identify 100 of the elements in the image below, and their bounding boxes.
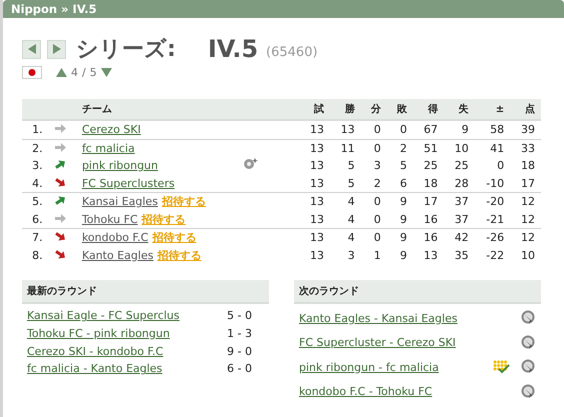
match-link[interactable]: Kanto Eagles - Kansai Eagles: [299, 312, 458, 325]
magnifier-icon[interactable]: [520, 334, 536, 351]
team-link[interactable]: Tohoku FC: [82, 212, 138, 226]
stat-cell: 4: [330, 192, 361, 210]
right-arrow-icon: [52, 44, 60, 54]
column-header: 試: [299, 99, 330, 120]
stat-cell: 13: [299, 228, 330, 246]
previous-button[interactable]: [22, 40, 41, 58]
column-header: 点: [510, 99, 541, 120]
down-triangle-icon[interactable]: [100, 68, 112, 77]
stat-cell: 0: [360, 228, 387, 246]
stat-cell: 13: [330, 120, 361, 139]
position-cell-text: 3.: [31, 158, 44, 174]
stat-cell: 9: [386, 228, 413, 246]
match-score: 1 - 3: [227, 327, 252, 340]
stat-cell: 67: [412, 120, 444, 139]
stat-cell: 13: [299, 174, 330, 192]
left-arrow-icon: [28, 44, 36, 54]
stat-cell: 10: [444, 139, 475, 157]
stat-cell: 9: [444, 120, 475, 139]
team-link[interactable]: pink ribongun: [82, 159, 158, 172]
column-header: 勝: [330, 99, 361, 120]
stat-cell: 12: [510, 210, 541, 228]
magnifier-icon[interactable]: [520, 384, 536, 400]
team-link[interactable]: FC Superclusters: [82, 176, 175, 190]
stat-cell: 17: [510, 174, 541, 192]
stat-cell-text: 9: [398, 248, 408, 264]
stat-cell: 37: [444, 192, 475, 210]
column-header: チーム: [76, 99, 300, 120]
team-link[interactable]: Kansai Eagles: [82, 195, 158, 208]
stat-cell: 12: [510, 228, 541, 246]
stat-cell: 37: [444, 210, 475, 228]
match-link[interactable]: FC Supercluster - Cerezo SKI: [299, 336, 456, 350]
match-link[interactable]: kondobo F.C - Tohoku FC: [299, 385, 432, 398]
match-score: 9 - 0: [227, 344, 252, 358]
team-link[interactable]: kondobo F.C: [82, 231, 148, 244]
match-link[interactable]: pink ribongun - fc malicia: [299, 360, 439, 374]
stat-cell: 9: [386, 192, 413, 210]
up-triangle-icon[interactable]: [56, 68, 67, 77]
position-cell: 2.: [22, 139, 49, 157]
stat-cell: 0: [360, 210, 387, 228]
position-cell: 5.: [22, 192, 49, 210]
stat-cell: 13: [299, 139, 330, 157]
stat-cell-text: 3: [346, 248, 356, 264]
stat-cell: 17: [412, 192, 444, 210]
stat-cell-text: -22: [485, 248, 506, 264]
match-link[interactable]: Tohoku FC - pink ribongun: [27, 327, 170, 340]
stat-cell: 12: [510, 192, 541, 210]
stat-cell: 4: [330, 210, 361, 228]
magnifier-icon[interactable]: [520, 359, 536, 376]
position-cell: 7.: [22, 228, 49, 246]
level-total: 5: [90, 66, 97, 79]
stat-cell: 13: [299, 210, 330, 228]
stat-cell-text: 25: [422, 158, 439, 174]
level-separator: /: [82, 66, 86, 79]
stat-cell: 16: [412, 210, 444, 228]
stat-cell-text: 10: [520, 248, 536, 264]
column-header: 敗: [386, 99, 413, 120]
stat-cell: 42: [444, 228, 475, 246]
stat-cell-text: 35: [454, 248, 470, 264]
panel-header: 最新のラウンド: [22, 280, 269, 304]
stat-cell: 0: [360, 120, 387, 139]
stat-cell-text: 5: [398, 158, 408, 174]
stat-cell: -21: [474, 210, 510, 228]
stat-cell: 13: [299, 120, 330, 139]
team-link[interactable]: Cerezo SKI: [82, 123, 141, 136]
stat-cell: -20: [474, 192, 510, 210]
position-cell-text: 8.: [31, 248, 44, 264]
stat-cell: 2: [386, 139, 413, 157]
stat-cell: 9: [386, 210, 413, 228]
magnifier-icon[interactable]: [520, 310, 536, 326]
stat-cell: 2: [360, 174, 387, 192]
series-label: シリーズ:: [76, 36, 176, 64]
series-id: (65460): [266, 44, 318, 60]
stat-cell-text: 18: [520, 158, 536, 174]
stat-cell: 5: [330, 174, 361, 192]
match-link[interactable]: Kansai Eagle - FC Superclus: [27, 309, 180, 322]
stat-cell: 18: [412, 174, 444, 192]
stat-cell: 0: [360, 192, 387, 210]
level-current: 4: [71, 66, 78, 79]
stat-cell: 28: [444, 174, 475, 192]
stat-cell: 13: [299, 192, 330, 210]
stat-cell: 16: [412, 228, 444, 246]
stat-cell: 0: [360, 139, 387, 157]
stat-cell: -10: [474, 174, 510, 192]
stat-cell-text: 13: [308, 158, 325, 174]
stat-cell: 41: [474, 139, 510, 157]
stat-cell: 6: [386, 174, 413, 192]
match-link[interactable]: Cerezo SKI - kondobo F.C: [27, 344, 164, 358]
team-link[interactable]: Kanto Eagles: [82, 248, 154, 262]
stat-cell-text: 1: [372, 248, 382, 264]
stat-cell-text: 13: [422, 248, 439, 264]
match-link[interactable]: fc malicia - Kanto Eagles: [27, 362, 162, 376]
team-link[interactable]: fc malicia: [82, 142, 135, 155]
stat-cell: 51: [412, 139, 444, 157]
breadcrumb: Nippon » IV.5: [3, 0, 564, 18]
next-button[interactable]: [47, 40, 66, 58]
stat-cell: 0: [386, 120, 413, 139]
match-score: 6 - 0: [227, 362, 252, 376]
stat-cell: 58: [474, 120, 510, 139]
